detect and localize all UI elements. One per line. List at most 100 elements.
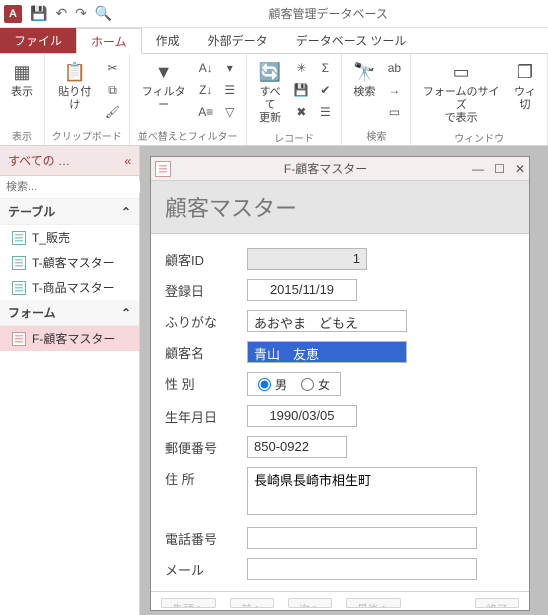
nav-section-tables[interactable]: テーブル ⌃ <box>0 199 139 225</box>
new-record-icon[interactable]: ✳ <box>291 58 311 78</box>
field-tel[interactable] <box>247 527 477 549</box>
undo-icon[interactable]: ↶ <box>55 5 67 22</box>
ribbon-group-records: 🔄 すべて 更新 ✳ 💾 ✖ Σ ✔ ☰ レコード <box>247 54 343 145</box>
switch-window-button[interactable]: ❐ ウィ 切 <box>509 58 541 114</box>
tab-dbtools[interactable]: データベース ツール <box>282 28 421 53</box>
prev-button[interactable]: 前へ <box>230 598 274 608</box>
select-icon[interactable]: ▭ <box>384 102 404 122</box>
redo-icon[interactable]: ↷ <box>75 5 87 22</box>
paste-label: 貼り付け <box>55 86 95 112</box>
form-titlebar: F-顧客マスター — ☐ ✕ <box>151 157 529 181</box>
radio-male-label: 男 <box>275 376 287 393</box>
table-icon <box>12 231 26 245</box>
last-button[interactable]: 最後へ <box>346 598 401 608</box>
chevron-left-icon[interactable]: « <box>124 154 131 168</box>
ribbon-group-find: 🔭 検索 ab → ▭ 検索 <box>342 54 411 145</box>
close-icon[interactable]: ✕ <box>515 162 525 176</box>
toggle-filter-icon[interactable]: ▽ <box>220 102 240 122</box>
nav-search: 🔍 <box>0 176 139 199</box>
view-label: 表示 <box>11 86 33 99</box>
first-button[interactable]: 先頭へ <box>161 598 216 608</box>
group-label-clipboard: クリップボード <box>51 126 123 143</box>
more-icon[interactable]: ☰ <box>315 102 335 122</box>
nav-section-forms[interactable]: フォーム ⌃ <box>0 300 139 326</box>
radio-male[interactable]: 男 <box>258 376 287 393</box>
group-label-find: 検索 <box>348 126 404 143</box>
binoculars-icon: 🔭 <box>352 60 376 84</box>
field-birth[interactable]: 1990/03/05 <box>247 405 357 427</box>
next-button[interactable]: 次へ <box>288 598 332 608</box>
field-id[interactable]: 1 <box>247 248 367 270</box>
field-mail[interactable] <box>247 558 477 580</box>
radio-female-input[interactable] <box>301 378 314 391</box>
nav-header[interactable]: すべての … « <box>0 146 139 176</box>
quick-access-toolbar: 💾 ↶ ↷ 🔍 <box>30 5 112 22</box>
sort-desc-icon[interactable]: Z↓ <box>196 80 216 100</box>
find-button[interactable]: 🔭 検索 <box>348 58 380 101</box>
nav-header-label: すべての … <box>8 152 70 169</box>
form-item[interactable]: F-顧客マスター <box>0 326 139 351</box>
form-window: F-顧客マスター — ☐ ✕ 顧客マスター 顧客ID1 登録日2015/11/1… <box>150 156 530 611</box>
spelling-icon[interactable]: ✔ <box>315 80 335 100</box>
table-icon <box>12 256 26 270</box>
replace-icon[interactable]: ab <box>384 58 404 78</box>
table-item[interactable]: T-商品マスター <box>0 275 139 300</box>
label-gender: 性 別 <box>165 372 247 393</box>
cut-icon[interactable]: ✂ <box>103 58 123 78</box>
nav-item-label: T-顧客マスター <box>32 254 115 271</box>
maximize-icon[interactable]: ☐ <box>494 162 505 176</box>
radio-male-input[interactable] <box>258 378 271 391</box>
copy-icon[interactable]: ⧉ <box>103 80 123 100</box>
group-label-sort: 並べ替えとフィルター <box>136 126 240 143</box>
refresh-button[interactable]: 🔄 すべて 更新 <box>253 58 288 128</box>
form-size-button[interactable]: ▭ フォームのサイズ で表示 <box>417 58 505 128</box>
sort-asc-icon[interactable]: A↓ <box>196 58 216 78</box>
table-item[interactable]: T_販売 <box>0 225 139 250</box>
save-record-icon[interactable]: 💾 <box>291 80 311 100</box>
formsize-label: フォームのサイズ で表示 <box>421 86 501 126</box>
tab-home[interactable]: ホーム <box>76 28 142 54</box>
tab-file[interactable]: ファイル <box>0 28 76 53</box>
close-button[interactable]: 終了 <box>475 598 519 608</box>
format-painter-icon[interactable]: 🖌 <box>103 102 123 122</box>
tab-create[interactable]: 作成 <box>142 28 194 53</box>
collapse-icon: ⌃ <box>121 306 131 320</box>
field-name[interactable]: 青山 友恵 <box>247 341 407 363</box>
field-zip[interactable]: 850-0922 <box>247 436 347 458</box>
group-label-view: 表示 <box>6 126 38 143</box>
nav-item-label: F-顧客マスター <box>32 330 115 347</box>
radio-female-label: 女 <box>318 376 330 393</box>
ribbon-group-window: ▭ フォームのサイズ で表示 ❐ ウィ 切 ウィンドウ <box>411 54 548 145</box>
selection-icon[interactable]: ▾ <box>220 58 240 78</box>
group-label-window: ウィンドウ <box>417 128 541 145</box>
label-address: 住 所 <box>165 467 247 488</box>
form-body: 顧客ID1 登録日2015/11/19 ふりがなあおやま どもえ 顧客名青山 友… <box>151 234 529 591</box>
radio-female[interactable]: 女 <box>301 376 330 393</box>
field-regdate[interactable]: 2015/11/19 <box>247 279 357 301</box>
advanced-icon[interactable]: ☰ <box>220 80 240 100</box>
filter-button[interactable]: ▼ フィルター <box>136 58 192 114</box>
funnel-icon: ▼ <box>152 60 176 84</box>
table-item[interactable]: T-顧客マスター <box>0 250 139 275</box>
paste-button[interactable]: 📋 貼り付け <box>51 58 99 114</box>
nav-item-label: T-商品マスター <box>32 279 115 296</box>
save-icon[interactable]: 💾 <box>30 5 47 22</box>
totals-icon[interactable]: Σ <box>315 58 335 78</box>
field-furigana[interactable]: あおやま どもえ <box>247 310 407 332</box>
label-birth: 生年月日 <box>165 405 247 426</box>
view-button[interactable]: ▦ 表示 <box>6 58 38 101</box>
label-id: 顧客ID <box>165 248 247 269</box>
tab-external[interactable]: 外部データ <box>194 28 282 53</box>
form-footer: 先頭へ 前へ 次へ 最後へ 終了 <box>151 591 529 610</box>
clear-sort-icon[interactable]: A≡ <box>196 102 216 122</box>
goto-icon[interactable]: → <box>384 80 404 100</box>
field-address[interactable] <box>247 467 477 515</box>
minimize-icon[interactable]: — <box>472 162 484 176</box>
label-mail: メール <box>165 558 247 579</box>
group-label-records: レコード <box>253 128 336 145</box>
refresh-label: すべて 更新 <box>257 86 284 126</box>
preview-icon[interactable]: 🔍 <box>95 5 112 22</box>
collapse-icon: ⌃ <box>121 205 131 219</box>
delete-record-icon[interactable]: ✖ <box>291 102 311 122</box>
nav-search-input[interactable] <box>6 181 148 193</box>
